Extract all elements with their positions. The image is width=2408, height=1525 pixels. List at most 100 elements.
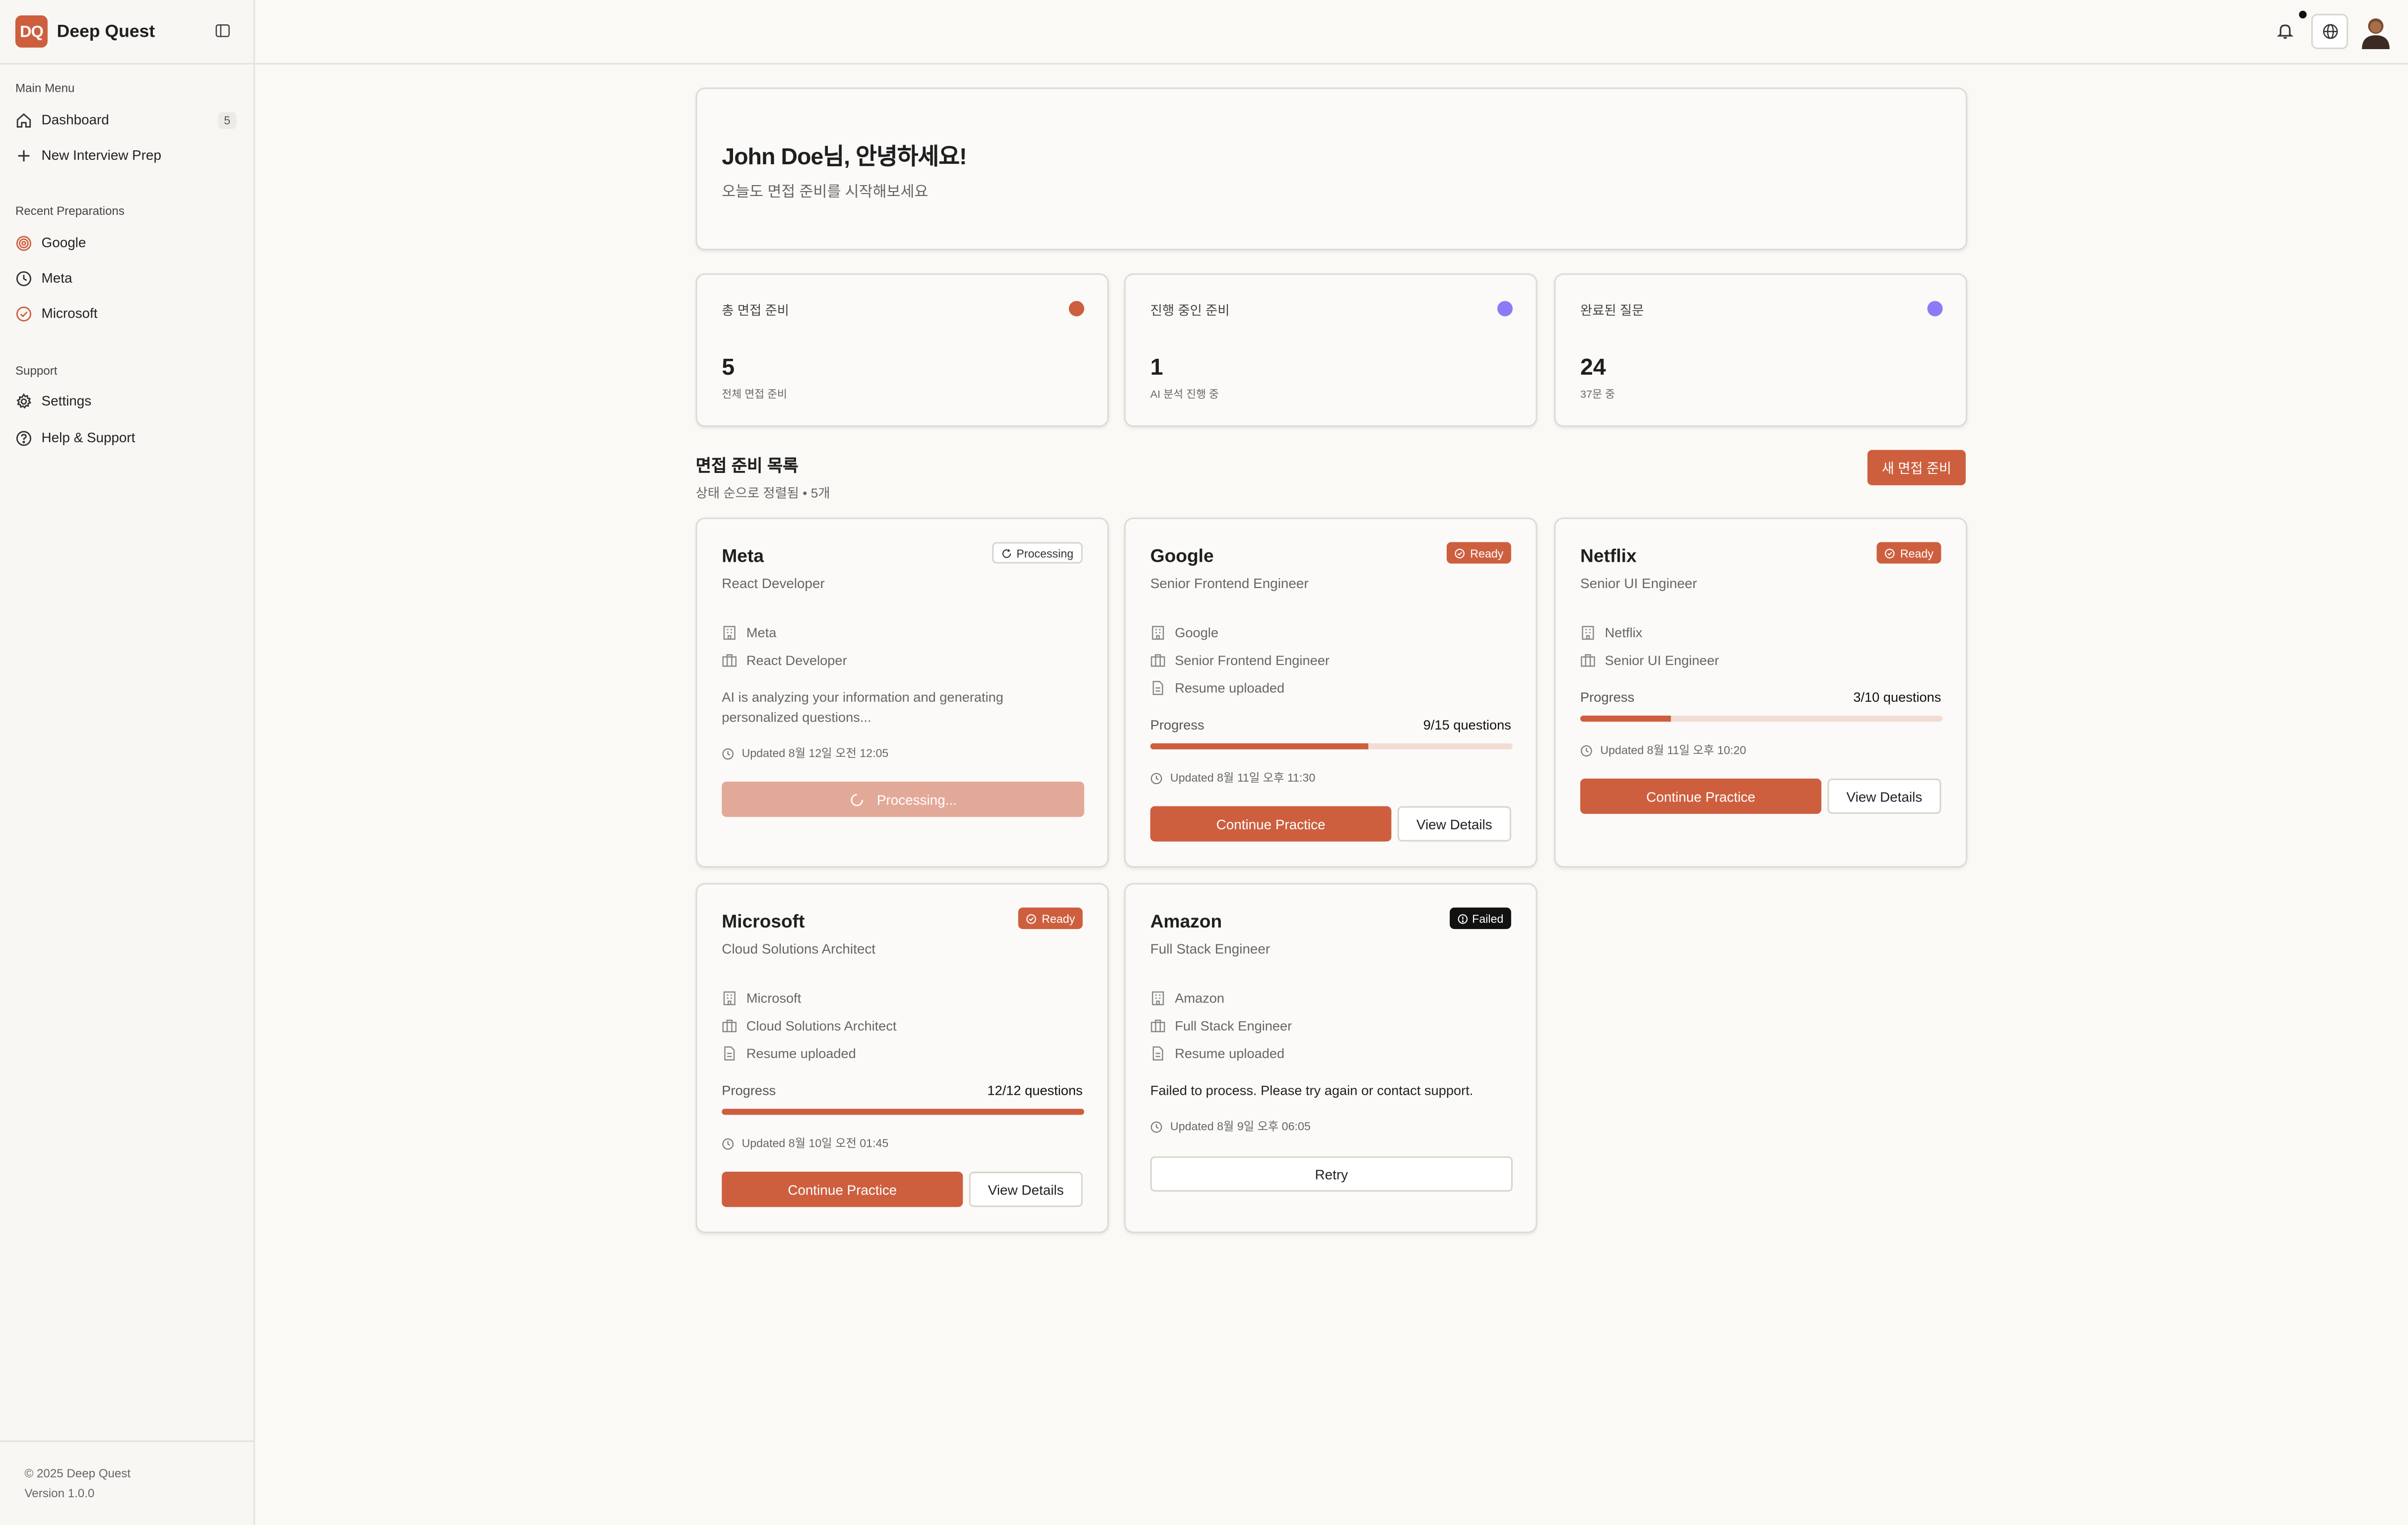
file-icon [1152,681,1163,695]
dashboard-count-badge: 5 [217,111,237,129]
language-button[interactable] [2311,13,2348,50]
app-name: Deep Quest [57,22,155,41]
bell-icon[interactable] [2276,21,2294,40]
updated-text: Updated 8월 11일 오후 11:30 [1170,771,1316,785]
building-icon [723,626,736,640]
sidebar-item-label: Meta [41,270,72,286]
progress-count: 9/15 questions [1423,717,1511,733]
target-icon [16,235,31,250]
updated-text: Updated 8월 9일 오후 06:05 [1170,1119,1311,1133]
stat-card-total: 총 면접 준비 5 전체 면접 준비 [695,273,1109,427]
sidebar-toggle-icon[interactable] [215,23,230,38]
continue-practice-button[interactable]: Continue Practice [722,1172,963,1207]
list-title: 면접 준비 목록 [695,458,799,476]
sidebar-item-help-support[interactable]: Help & Support [15,424,237,452]
status-text: Ready [1470,546,1504,560]
info-company: Microsoft [722,991,801,1006]
info-role: Senior Frontend Engineer [1150,653,1330,668]
prep-card-meta[interactable]: Meta React Developer Processing Meta Rea… [695,517,1109,868]
new-prep-button[interactable]: 새 면접 준비 [1867,450,1966,485]
sidebar-item-dashboard[interactable]: Dashboard 5 [15,106,237,134]
stat-card-completed: 완료된 질문 24 37문 중 [1554,273,1967,427]
updated-text: Updated 8월 10일 오전 01:45 [741,1136,889,1150]
clock-icon [1150,772,1162,784]
stat-label: 진행 중인 준비 [1150,302,1230,318]
app-root: DQ Deep Quest Main Menu Dashboard 5 New … [0,0,2408,1525]
brand[interactable]: DQ Deep Quest [15,15,155,48]
stat-indicator-dot [1069,301,1084,317]
sidebar-item-label: Google [41,235,86,251]
sidebar-item-microsoft[interactable]: Microsoft [15,299,237,327]
stat-subtext: 전체 면접 준비 [722,390,787,401]
check-circle-icon [1455,548,1465,558]
continue-practice-button[interactable]: Continue Practice [1150,806,1392,842]
sidebar-item-new-interview-prep[interactable]: New Interview Prep [15,141,237,169]
clock-icon [1150,1121,1162,1132]
status-badge: Failed [1449,907,1511,929]
status-text: Processing [1016,546,1073,560]
info-resume: Resume uploaded [1150,680,1284,696]
top-header [253,0,2408,65]
recent-preparations-title: Recent Preparations [15,204,125,218]
retry-button[interactable]: Retry [1150,1156,1513,1192]
card-description: AI is analyzing your information and gen… [722,689,1003,725]
progress-count: 12/12 questions [987,1082,1083,1098]
prep-card-microsoft[interactable]: Microsoft Cloud Solutions Architect Read… [695,883,1109,1233]
info-role: React Developer [722,653,847,668]
info-company: Amazon [1150,991,1224,1006]
view-details-button[interactable]: View Details [969,1172,1083,1207]
plus-icon [18,149,30,161]
sidebar-item-settings[interactable]: Settings [15,387,237,415]
briefcase-icon [1150,654,1165,667]
info-company: Meta [722,625,776,640]
updated-text: Updated 8월 12일 오전 12:05 [741,746,889,760]
user-avatar[interactable] [2360,15,2391,50]
progress-label: Progress [722,1082,776,1098]
info-role-text: Senior Frontend Engineer [1175,653,1330,668]
stat-indicator-dot [1497,301,1513,317]
continue-practice-button[interactable]: Continue Practice [1580,778,1821,814]
view-details-button[interactable]: View Details [1397,806,1511,842]
stat-subtext: AI 분석 진행 중 [1150,390,1219,401]
check-circle-icon [1027,913,1037,924]
progress-fill [1150,743,1368,750]
progress-label: Progress [1580,689,1635,705]
info-resume: Resume uploaded [1150,1046,1284,1061]
info-company: Google [1150,625,1218,640]
info-company-text: Amazon [1175,990,1225,1006]
updated-timestamp: Updated 8월 12일 오전 12:05 [722,745,888,762]
building-icon [1152,991,1164,1005]
sidebar-item-google[interactable]: Google [15,229,237,257]
sidebar-item-meta[interactable]: Meta [15,264,237,292]
view-details-button[interactable]: View Details [1827,778,1941,814]
welcome-title: John Doe님, 안녕하세요! [722,144,967,171]
list-subtitle: 상태 순으로 정렬됨 • 5개 [695,485,830,501]
prep-card-google[interactable]: Google Senior Frontend Engineer Ready Go… [1124,517,1538,868]
prep-card-amazon[interactable]: Amazon Full Stack Engineer Failed Amazon… [1124,883,1538,1233]
info-company: Netflix [1580,625,1642,640]
progress-count: 3/10 questions [1853,689,1941,705]
check-circle-icon [16,306,31,321]
info-company-text: Meta [746,625,777,641]
status-text: Failed [1472,911,1504,926]
status-badge: Ready [1447,542,1511,564]
card-role: React Developer [722,576,825,592]
sidebar-item-label: Dashboard [41,112,109,128]
welcome-subtitle: 오늘도 면접 준비를 시작해보세요 [722,184,929,201]
app-logo: DQ [15,15,48,48]
sidebar-item-label: New Interview Prep [41,147,162,163]
sidebar-item-label: Help & Support [41,430,135,446]
main-menu-title: Main Menu [15,81,75,95]
processing-button: Processing... [722,782,1084,817]
version-text: Version 1.0.0 [24,1486,95,1501]
status-text: Ready [1900,546,1934,560]
sidebar-footer-divider [0,1440,254,1442]
briefcase-icon [722,654,737,667]
info-resume-text: Resume uploaded [746,1046,856,1061]
updated-timestamp: Updated 8월 11일 오후 10:20 [1580,742,1746,759]
welcome-card: John Doe님, 안녕하세요! 오늘도 면접 준비를 시작해보세요 [695,87,1967,251]
file-icon [724,1046,735,1061]
prep-card-netflix[interactable]: Netflix Senior UI Engineer Ready Netflix… [1554,517,1967,868]
notification-dot [2299,10,2307,19]
info-resume-text: Resume uploaded [1175,680,1285,696]
